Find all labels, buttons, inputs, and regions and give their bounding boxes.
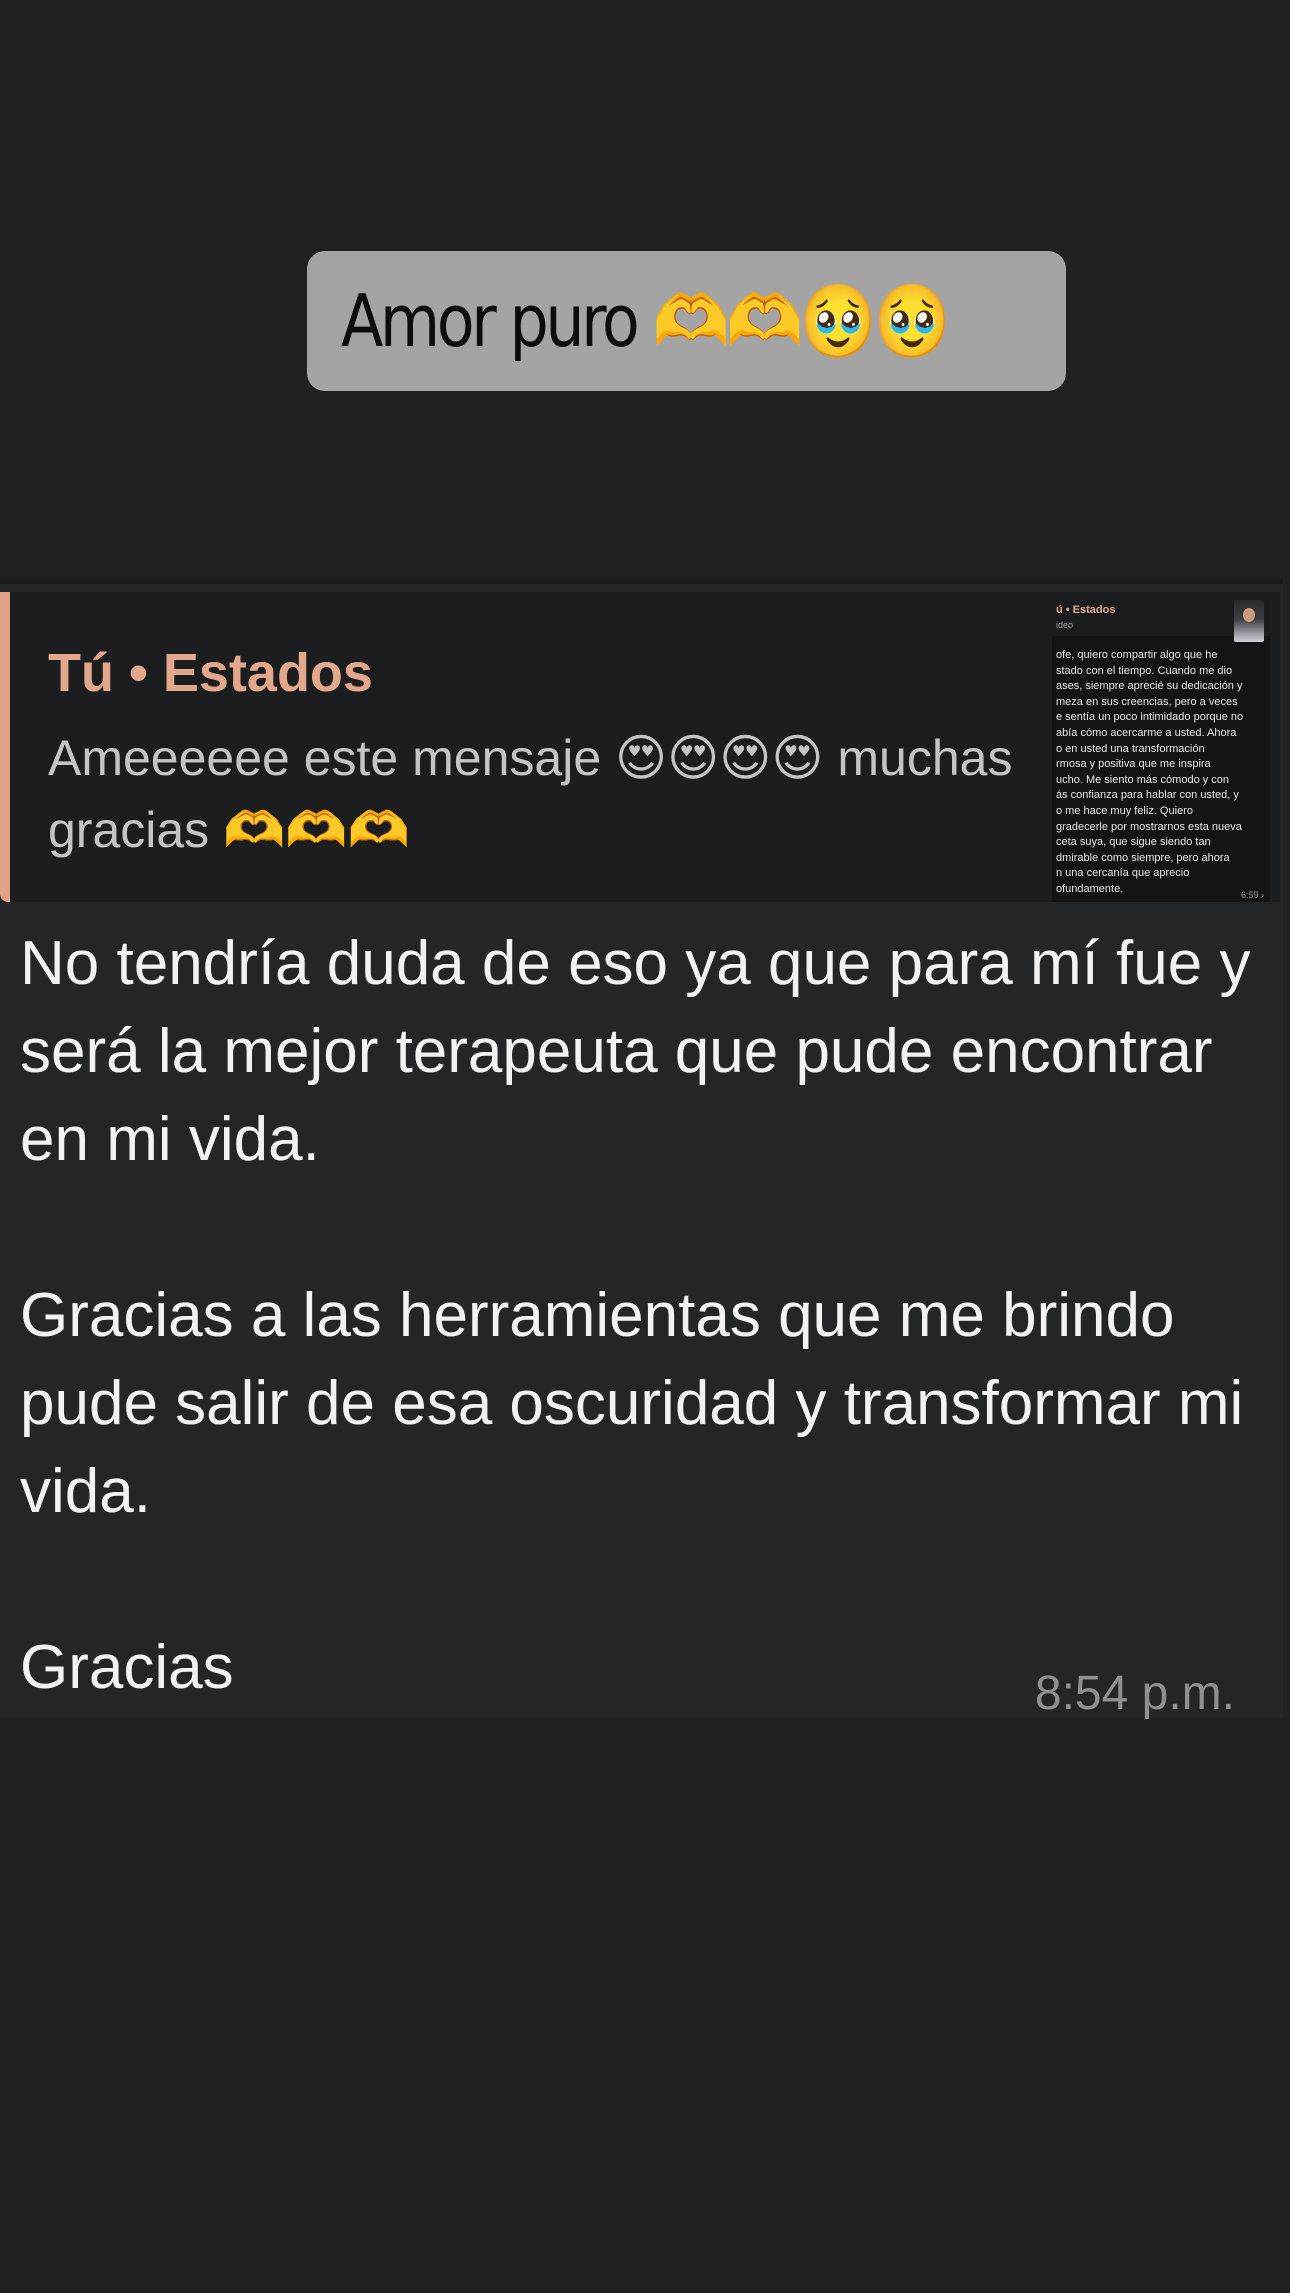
story-canvas: Amor puro 🫶🫶🥹🥹 Tú • Estados Ameeeeee est…: [0, 0, 1290, 2293]
chat-message-bubble: Tú • Estados Ameeeeee este mensaje 😍😍😍😍 …: [0, 578, 1283, 1720]
thumbnail-subtitle: ideo: [1056, 620, 1074, 630]
thumbnail-time: 6:59 ›: [1240, 890, 1264, 900]
caption-text: Amor puro 🫶🫶🥹🥹: [341, 278, 951, 363]
message-text: No tendría duda de eso ya que para mí fu…: [20, 929, 1251, 1702]
status-thumbnail[interactable]: ú • Estados ideo ofe, quiero compartir a…: [1052, 596, 1270, 902]
message-timestamp: 8:54 p.m.: [1034, 1667, 1235, 1720]
thumbnail-header: ú • Estados ideo: [1052, 596, 1270, 642]
caption-sticker: Amor puro 🫶🫶🥹🥹: [307, 251, 1066, 391]
avatar: [1234, 600, 1264, 642]
reply-quote-body: Ameeeeee este mensaje 😍😍😍😍 muchas gracia…: [48, 730, 1013, 858]
thumbnail-title: ú • Estados: [1056, 604, 1116, 616]
thumbnail-text: ofe, quiero compartir algo que he stado …: [1056, 649, 1244, 895]
reply-quote-title: Tú • Estados: [48, 643, 373, 703]
reply-quote[interactable]: Tú • Estados Ameeeeee este mensaje 😍😍😍😍 …: [0, 592, 1280, 902]
